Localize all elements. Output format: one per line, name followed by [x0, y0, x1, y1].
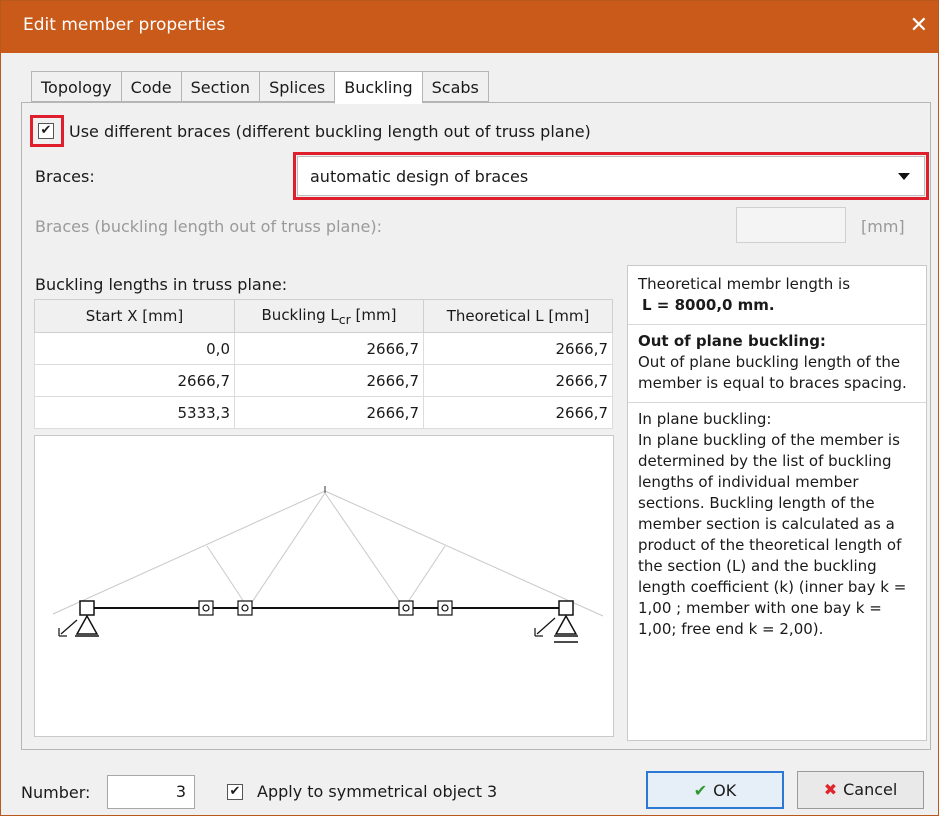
- cell-start-x[interactable]: 5333,3: [34, 396, 235, 429]
- info-out-of-plane-heading: Out of plane buckling:: [638, 332, 826, 350]
- truss-diagram: [52, 486, 604, 643]
- left-support-icon: [75, 614, 99, 635]
- tab-topology[interactable]: Topology: [31, 71, 121, 102]
- right-end-node: [558, 600, 574, 616]
- edit-member-dialog: Edit member properties ✕ Topology Code S…: [0, 0, 939, 816]
- cell-start-x[interactable]: 0,0: [34, 332, 235, 365]
- info-in-plane-heading: In plane buckling:: [638, 410, 772, 428]
- info-out-of-plane-text: Out of plane buckling length of the memb…: [638, 353, 907, 392]
- dialog-title: Edit member properties: [23, 15, 226, 35]
- braces-label: Braces:: [35, 167, 95, 186]
- web-right-inner: [324, 492, 405, 609]
- apply-symmetrical-label: Apply to symmetrical object 3: [257, 782, 498, 801]
- header-buckling[interactable]: Buckling Lcr [mm]: [234, 299, 424, 333]
- table-row[interactable]: 2666,7 2666,7 2666,7: [34, 364, 613, 397]
- cell-theoretical[interactable]: 2666,7: [423, 396, 613, 429]
- use-different-braces-label: Use different braces (different buckling…: [69, 122, 591, 141]
- buckling-header-main: Buckling L: [261, 305, 339, 324]
- header-start-x[interactable]: Start X [mm]: [34, 299, 235, 333]
- truss-preview: [34, 435, 614, 737]
- buckling-table-title: Buckling lengths in truss plane:: [35, 275, 288, 294]
- buckling-header-unit: [mm]: [350, 305, 397, 324]
- cell-theoretical[interactable]: 2666,7: [423, 364, 613, 397]
- info-panel: Theoretical membr length is L = 8000,0 m…: [627, 265, 927, 741]
- cell-start-x[interactable]: 2666,7: [34, 364, 235, 397]
- tab-splices[interactable]: Splices: [259, 71, 335, 102]
- cell-theoretical[interactable]: 2666,7: [423, 332, 613, 365]
- ok-button[interactable]: ✔ OK: [646, 771, 784, 809]
- close-icon[interactable]: ✕: [910, 13, 928, 38]
- tab-buckling[interactable]: Buckling: [334, 71, 422, 104]
- tab-section[interactable]: Section: [180, 71, 260, 102]
- header-theoretical[interactable]: Theoretical L [mm]: [423, 299, 613, 333]
- tab-scabs[interactable]: Scabs: [421, 71, 489, 102]
- table-row[interactable]: 0,0 2666,7 2666,7: [34, 332, 613, 365]
- tab-strip: Topology Code Section Splices Buckling S…: [31, 71, 489, 104]
- close-icon: ✖: [823, 780, 838, 799]
- cell-buckling[interactable]: 2666,7: [234, 364, 424, 397]
- braces-length-unit: [mm]: [861, 217, 905, 236]
- number-input[interactable]: 3: [107, 775, 195, 809]
- left-axis-icon: [58, 619, 78, 637]
- web-left-outer: [206, 545, 249, 609]
- braces-select[interactable]: automatic design of braces: [297, 156, 925, 196]
- apply-symmetrical-checkbox[interactable]: ✔: [227, 784, 243, 800]
- ok-label: OK: [713, 781, 737, 800]
- info-theoretical-value: L = 8000,0 mm.: [642, 296, 775, 314]
- tab-code[interactable]: Code: [120, 71, 181, 102]
- braces-select-value: automatic design of braces: [310, 167, 529, 186]
- buckling-header-sub: cr: [338, 311, 351, 327]
- cell-buckling[interactable]: 2666,7: [234, 332, 424, 365]
- table-row[interactable]: 5333,3 2666,7 2666,7: [34, 396, 613, 429]
- cell-buckling[interactable]: 2666,7: [234, 396, 424, 429]
- web-left-inner: [247, 492, 326, 609]
- right-support-icon: [554, 614, 578, 635]
- number-label: Number:: [21, 783, 91, 802]
- buckling-table[interactable]: Start X [mm] Buckling Lcr [mm] Theoretic…: [34, 299, 613, 429]
- cancel-label: Cancel: [843, 780, 898, 799]
- info-theoretical-line: Theoretical membr length is: [638, 275, 851, 293]
- chevron-down-icon: [898, 173, 910, 180]
- title-bar: Edit member properties ✕: [1, 1, 938, 53]
- left-end-node: [79, 600, 95, 616]
- braces-length-label: Braces (buckling length out of truss pla…: [35, 217, 382, 236]
- web-right-outer: [403, 545, 446, 609]
- info-in-plane-text: In plane buckling of the member is deter…: [638, 431, 907, 638]
- cancel-button[interactable]: ✖ Cancel: [797, 771, 924, 809]
- braces-length-input[interactable]: [736, 207, 846, 243]
- info-separator: [628, 402, 926, 403]
- left-rafter: [52, 490, 326, 615]
- use-different-braces-checkbox[interactable]: ✔: [38, 123, 54, 139]
- check-icon: ✔: [693, 781, 708, 800]
- info-separator: [628, 324, 926, 325]
- right-axis-icon: [534, 617, 556, 637]
